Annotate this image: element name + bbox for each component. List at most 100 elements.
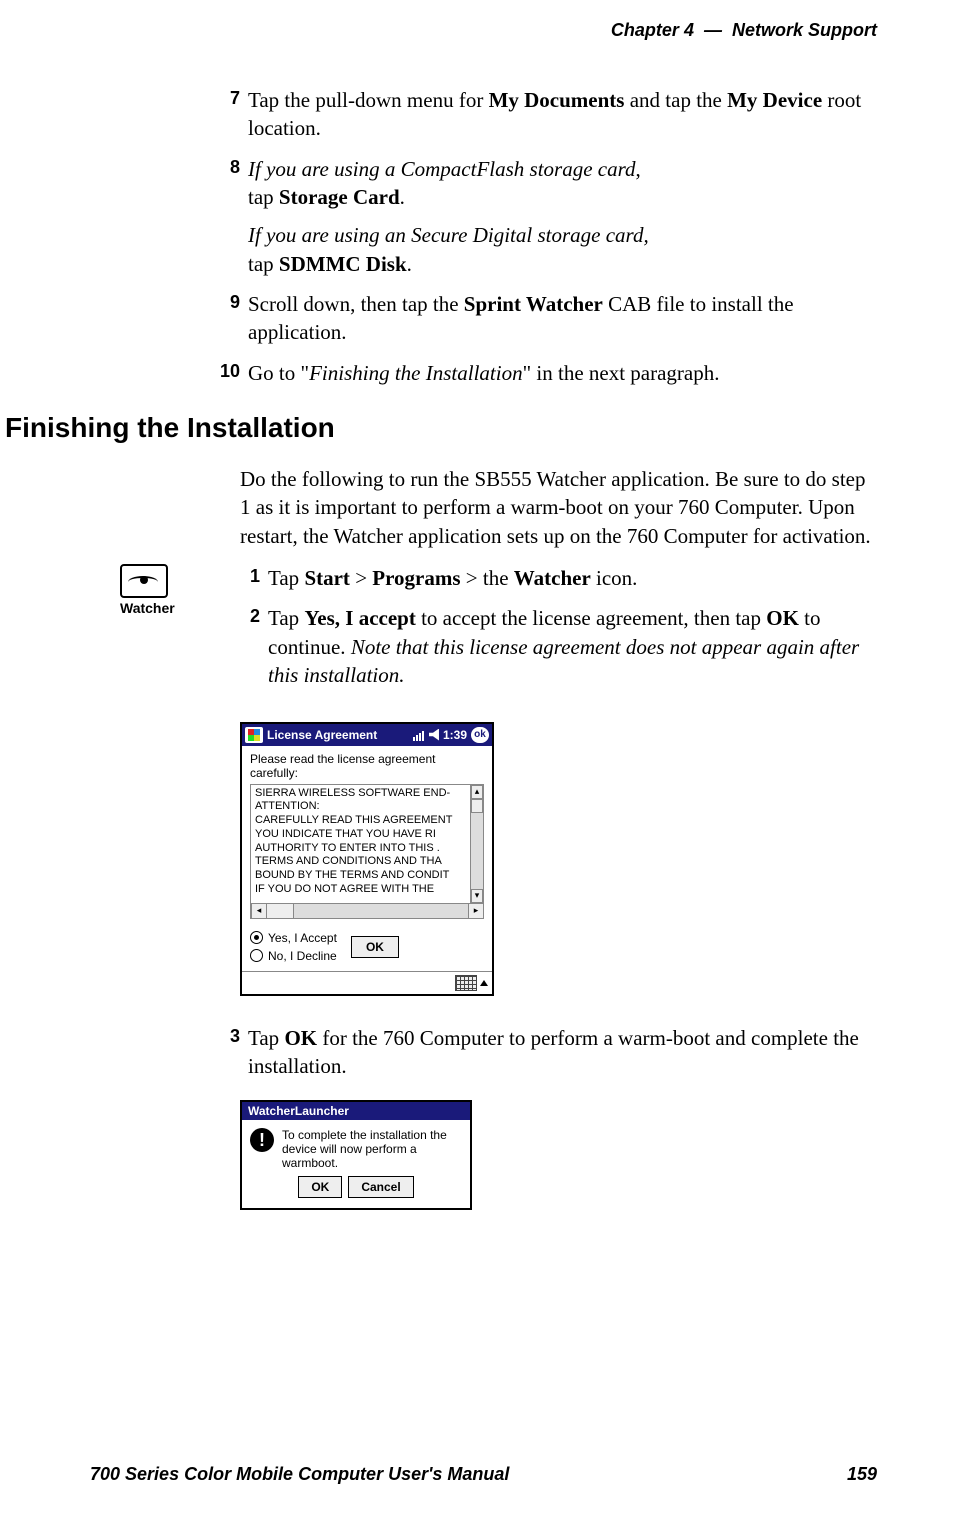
bold: My Documents — [489, 88, 625, 112]
section-heading: Finishing the Installation — [5, 412, 877, 444]
sip-up-icon[interactable] — [480, 980, 488, 986]
italic: If you are using a CompactFlash storage … — [248, 157, 636, 181]
step-number: 8 — [212, 155, 240, 179]
step-text: Go to " — [248, 361, 309, 385]
pda-title-text: License Agreement — [267, 728, 409, 742]
scroll-up-icon[interactable]: ▴ — [471, 785, 483, 799]
header-dash: — — [704, 20, 722, 40]
bold: Start — [304, 566, 350, 590]
dialog-title: WatcherLauncher — [242, 1102, 470, 1120]
bold: Storage Card — [279, 185, 400, 209]
ordered-steps-mid: 1 Tap Start > Programs > the Watcher ico… — [240, 564, 877, 701]
ok-badge-button[interactable]: ok — [471, 727, 489, 743]
step-text: tap — [248, 185, 279, 209]
step-number: 10 — [212, 359, 240, 383]
italic: Finishing the Installation — [309, 361, 523, 385]
license-line: TERMS AND CONDITIONS AND THA — [255, 855, 468, 869]
bold: OK — [766, 606, 799, 630]
radio-group: Yes, I Accept No, I Decline OK — [250, 929, 484, 965]
watcher-icon — [120, 564, 168, 598]
radio-no[interactable]: No, I Decline — [250, 947, 337, 965]
license-line: YOU INDICATE THAT YOU HAVE RI — [255, 828, 468, 842]
step-text: for the 760 Computer to perform a warm-b… — [248, 1026, 859, 1078]
scroll-thumb[interactable] — [471, 799, 483, 813]
dialog-message: To complete the installation the device … — [282, 1128, 462, 1170]
step-text: . — [407, 252, 412, 276]
scroll-thumb[interactable] — [267, 904, 294, 918]
radio-icon[interactable] — [250, 931, 263, 944]
ordered-steps-bottom: 3 Tap OK for the 760 Computer to perform… — [220, 1024, 877, 1081]
bold: Sprint Watcher — [464, 292, 603, 316]
dialog-buttons: OK Cancel — [242, 1176, 470, 1208]
pda-titlebar: License Agreement 1:39 ok — [242, 724, 492, 746]
content-area: 7 Tap the pull-down menu for My Document… — [100, 86, 877, 1210]
license-line: ATTENTION: — [255, 800, 468, 814]
bold: Yes, I accept — [304, 606, 415, 630]
step-number: 1 — [232, 564, 260, 588]
radio-label: Yes, I Accept — [268, 929, 337, 947]
step-text: icon. — [591, 566, 638, 590]
radio-icon[interactable] — [250, 949, 263, 962]
scroll-track[interactable] — [267, 904, 468, 918]
ordered-steps-top: 7 Tap the pull-down menu for My Document… — [220, 86, 877, 387]
page-number: 159 — [847, 1464, 877, 1485]
step-text: Scroll down, then tap the — [248, 292, 464, 316]
step-text: " in the next paragraph. — [523, 361, 720, 385]
step-number: 2 — [232, 604, 260, 628]
step-8: 8 If you are using a CompactFlash storag… — [220, 155, 877, 278]
license-screenshot: License Agreement 1:39 ok Please read th… — [240, 722, 877, 996]
speaker-icon[interactable] — [429, 729, 439, 741]
keyboard-icon[interactable] — [455, 975, 477, 991]
step-text: . — [400, 185, 405, 209]
scroll-left-icon[interactable]: ◂ — [251, 904, 267, 918]
italic: If you are using an Secure Digital stora… — [248, 223, 649, 247]
bold: Programs — [372, 566, 460, 590]
pda-window: License Agreement 1:39 ok Please read th… — [240, 722, 494, 996]
license-line: BOUND BY THE TERMS AND CONDIT — [255, 869, 468, 883]
scroll-right-icon[interactable]: ▸ — [468, 904, 483, 918]
step-number: 3 — [212, 1024, 240, 1048]
step-text: Tap — [268, 566, 304, 590]
chapter-title: Network Support — [732, 20, 877, 40]
step-3: 3 Tap OK for the 760 Computer to perform… — [220, 1024, 877, 1081]
scroll-down-icon[interactable]: ▾ — [471, 889, 483, 903]
step-text: Tap the pull-down menu for — [248, 88, 489, 112]
chapter-label: Chapter — [611, 20, 679, 40]
step-text: tap — [248, 252, 279, 276]
step-text: , — [636, 157, 641, 181]
ok-button[interactable]: OK — [298, 1176, 342, 1198]
page-footer: 700 Series Color Mobile Computer User's … — [90, 1464, 877, 1485]
step-9: 9 Scroll down, then tap the Sprint Watch… — [220, 290, 877, 347]
watcher-icon-label: Watcher — [120, 600, 240, 616]
radio-column: Yes, I Accept No, I Decline — [250, 929, 337, 965]
pda-footer — [242, 971, 492, 994]
exclamation-icon: ! — [250, 1128, 274, 1152]
step-1: 1 Tap Start > Programs > the Watcher ico… — [240, 564, 877, 592]
chapter-number: 4 — [684, 20, 694, 40]
step-7: 7 Tap the pull-down menu for My Document… — [220, 86, 877, 143]
license-line: CAREFULLY READ THIS AGREEMENT — [255, 814, 468, 828]
start-flag-icon[interactable] — [245, 727, 263, 743]
italic: Note that this license agreement does no… — [268, 635, 859, 687]
launcher-screenshot: WatcherLauncher ! To complete the instal… — [240, 1100, 877, 1210]
step-text: Tap — [248, 1026, 284, 1050]
step-8-sub: If you are using an Secure Digital stora… — [248, 221, 877, 278]
clock-text: 1:39 — [443, 728, 467, 742]
horizontal-scrollbar[interactable]: ◂ ▸ — [250, 904, 484, 919]
step-text: Tap — [268, 606, 304, 630]
license-text-content: SIERRA WIRELESS SOFTWARE END- ATTENTION:… — [251, 785, 483, 899]
page: Chapter 4 — Network Support 7 Tap the pu… — [0, 0, 967, 1519]
cancel-button[interactable]: Cancel — [348, 1176, 413, 1198]
radio-yes[interactable]: Yes, I Accept — [250, 929, 337, 947]
step-2: 2 Tap Yes, I accept to accept the licens… — [240, 604, 877, 689]
step-number: 9 — [212, 290, 240, 314]
manual-title: 700 Series Color Mobile Computer User's … — [90, 1464, 509, 1485]
intro-paragraph: Do the following to run the SB555 Watche… — [240, 465, 877, 550]
ok-button[interactable]: OK — [351, 936, 399, 958]
license-textbox[interactable]: SIERRA WIRELESS SOFTWARE END- ATTENTION:… — [250, 784, 484, 904]
vertical-scrollbar[interactable]: ▴ ▾ — [470, 785, 483, 903]
dialog-body: ! To complete the installation the devic… — [242, 1120, 470, 1176]
license-line: AUTHORITY TO ENTER INTO THIS . — [255, 842, 468, 856]
pda-body: Please read the license agreement carefu… — [242, 746, 492, 971]
step-number: 7 — [212, 86, 240, 110]
